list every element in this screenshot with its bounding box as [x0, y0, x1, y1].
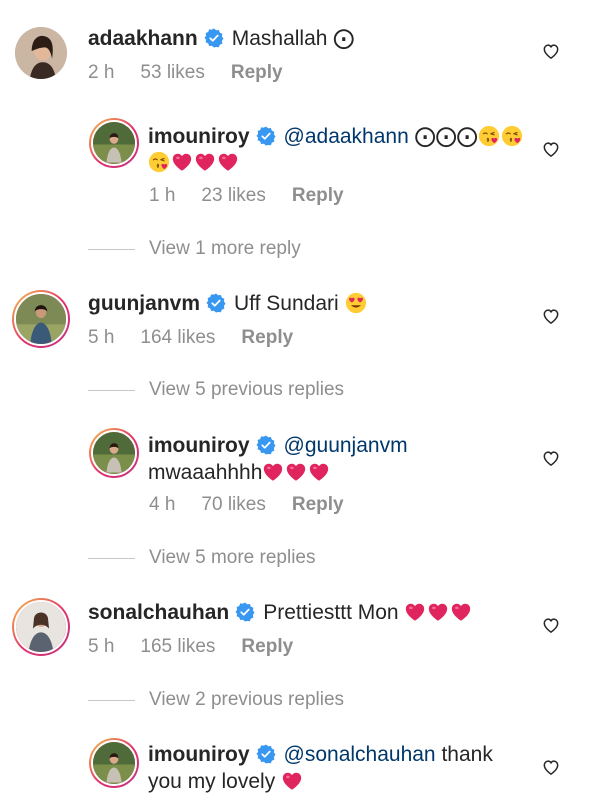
view-previous-replies[interactable]: View 5 previous replies	[88, 379, 344, 401]
avatar[interactable]	[89, 118, 139, 168]
likes-count[interactable]: 70 likes	[201, 494, 265, 515]
username[interactable]: imouniroy	[148, 743, 250, 766]
avatar[interactable]	[12, 598, 70, 656]
heart-outline-icon[interactable]	[541, 615, 561, 635]
username[interactable]: sonalchauhan	[88, 601, 229, 624]
view-more-replies[interactable]: View 5 more replies	[88, 547, 316, 569]
username[interactable]: imouniroy	[148, 434, 250, 457]
heart-outline-icon[interactable]	[541, 41, 561, 61]
reply-button[interactable]: Reply	[241, 636, 293, 657]
verified-badge-icon	[235, 602, 255, 622]
reply-text-line-2: you my lovely	[148, 768, 304, 796]
avatar[interactable]	[89, 428, 139, 478]
likes-count[interactable]: 23 likes	[201, 185, 265, 206]
comment-meta: 5 h 165 likes Reply	[88, 636, 319, 658]
heart-outline-icon[interactable]	[541, 306, 561, 326]
view-more-replies[interactable]: View 1 more reply	[88, 238, 301, 260]
heart-outline-icon[interactable]	[541, 757, 561, 777]
reply-text-line: imouniroy @adaakhann ⨀⨀⨀	[148, 123, 524, 151]
mention-link[interactable]: @guunjanvm	[284, 434, 408, 457]
reply-button[interactable]: Reply	[292, 494, 344, 515]
verified-badge-icon	[206, 293, 226, 313]
red-heart-emoji	[194, 151, 216, 173]
comment-body: Uff Sundari	[234, 292, 339, 315]
view-previous-replies[interactable]: View 2 previous replies	[88, 689, 344, 711]
heart-outline-icon[interactable]	[541, 448, 561, 468]
comment-meta: 2 h 53 likes Reply	[88, 62, 309, 84]
comment-body: Prettiesttt Mon	[263, 601, 399, 624]
reply-body-continued: you my lovely	[148, 770, 276, 793]
comment-text-line: adaakhann Mashallah ⨀	[88, 25, 354, 53]
reply-button[interactable]: Reply	[241, 327, 293, 348]
timestamp: 1 h	[149, 185, 176, 206]
username[interactable]: guunjanvm	[88, 292, 200, 315]
comment-meta: 5 h 164 likes Reply	[88, 327, 319, 349]
comment-text-line: guunjanvm Uff Sundari	[88, 290, 368, 318]
avatar[interactable]	[12, 290, 70, 348]
comment-text-line: sonalchauhan Prettiesttt Mon	[88, 599, 473, 627]
timestamp: 2 h	[88, 62, 115, 83]
comment-body: Mashallah ⨀	[231, 27, 355, 50]
divider-line	[88, 248, 135, 250]
likes-count[interactable]: 53 likes	[140, 62, 204, 83]
reply-meta: 4 h 70 likes Reply	[149, 494, 370, 516]
reply-button[interactable]: Reply	[231, 62, 283, 83]
view-previous-label: View 2 previous replies	[149, 689, 345, 710]
red-heart-emoji	[308, 461, 330, 483]
kissing-face-emoji	[478, 125, 500, 147]
likes-count[interactable]: 164 likes	[140, 327, 215, 348]
verified-badge-icon	[256, 435, 276, 455]
timestamp: 5 h	[88, 636, 115, 657]
mention-link[interactable]: @sonalchauhan	[284, 743, 436, 766]
avatar[interactable]	[89, 738, 139, 788]
red-heart-emoji	[171, 151, 193, 173]
reply-text-line: imouniroy @sonalchauhan thank	[148, 741, 493, 769]
view-more-label: View 1 more reply	[149, 238, 301, 259]
red-heart-emoji	[281, 770, 303, 792]
divider-line	[88, 699, 135, 701]
heart-outline-icon[interactable]	[541, 139, 561, 159]
reply-body: mwaaahhhh	[148, 461, 263, 484]
red-heart-emoji	[262, 461, 284, 483]
reply-text-line-2: mwaaahhhh	[148, 459, 331, 487]
reply-extra-glyphs: ⨀⨀⨀	[414, 125, 478, 148]
divider-line	[88, 557, 135, 559]
view-previous-label: View 5 previous replies	[149, 379, 345, 400]
reply-text-line-2	[148, 149, 240, 177]
mention-link[interactable]: @adaakhann	[284, 125, 409, 148]
kissing-face-emoji	[501, 125, 523, 147]
view-more-label: View 5 more replies	[149, 547, 316, 568]
red-heart-emoji	[450, 601, 472, 623]
verified-badge-icon	[256, 126, 276, 146]
timestamp: 4 h	[149, 494, 176, 515]
avatar[interactable]	[15, 27, 67, 79]
username[interactable]: adaakhann	[88, 27, 198, 50]
heart-eyes-emoji	[345, 292, 367, 314]
red-heart-emoji	[404, 601, 426, 623]
divider-line	[88, 389, 135, 391]
red-heart-emoji	[285, 461, 307, 483]
timestamp: 5 h	[88, 327, 115, 348]
reply-button[interactable]: Reply	[292, 185, 344, 206]
kissing-face-emoji	[148, 151, 170, 173]
verified-badge-icon	[256, 744, 276, 764]
red-heart-emoji	[427, 601, 449, 623]
red-heart-emoji	[217, 151, 239, 173]
reply-meta: 1 h 23 likes Reply	[149, 185, 370, 207]
likes-count[interactable]: 165 likes	[140, 636, 215, 657]
username[interactable]: imouniroy	[148, 125, 250, 148]
reply-text-line: imouniroy @guunjanvm	[148, 432, 408, 460]
reply-body: thank	[441, 743, 493, 766]
verified-badge-icon	[204, 28, 224, 48]
